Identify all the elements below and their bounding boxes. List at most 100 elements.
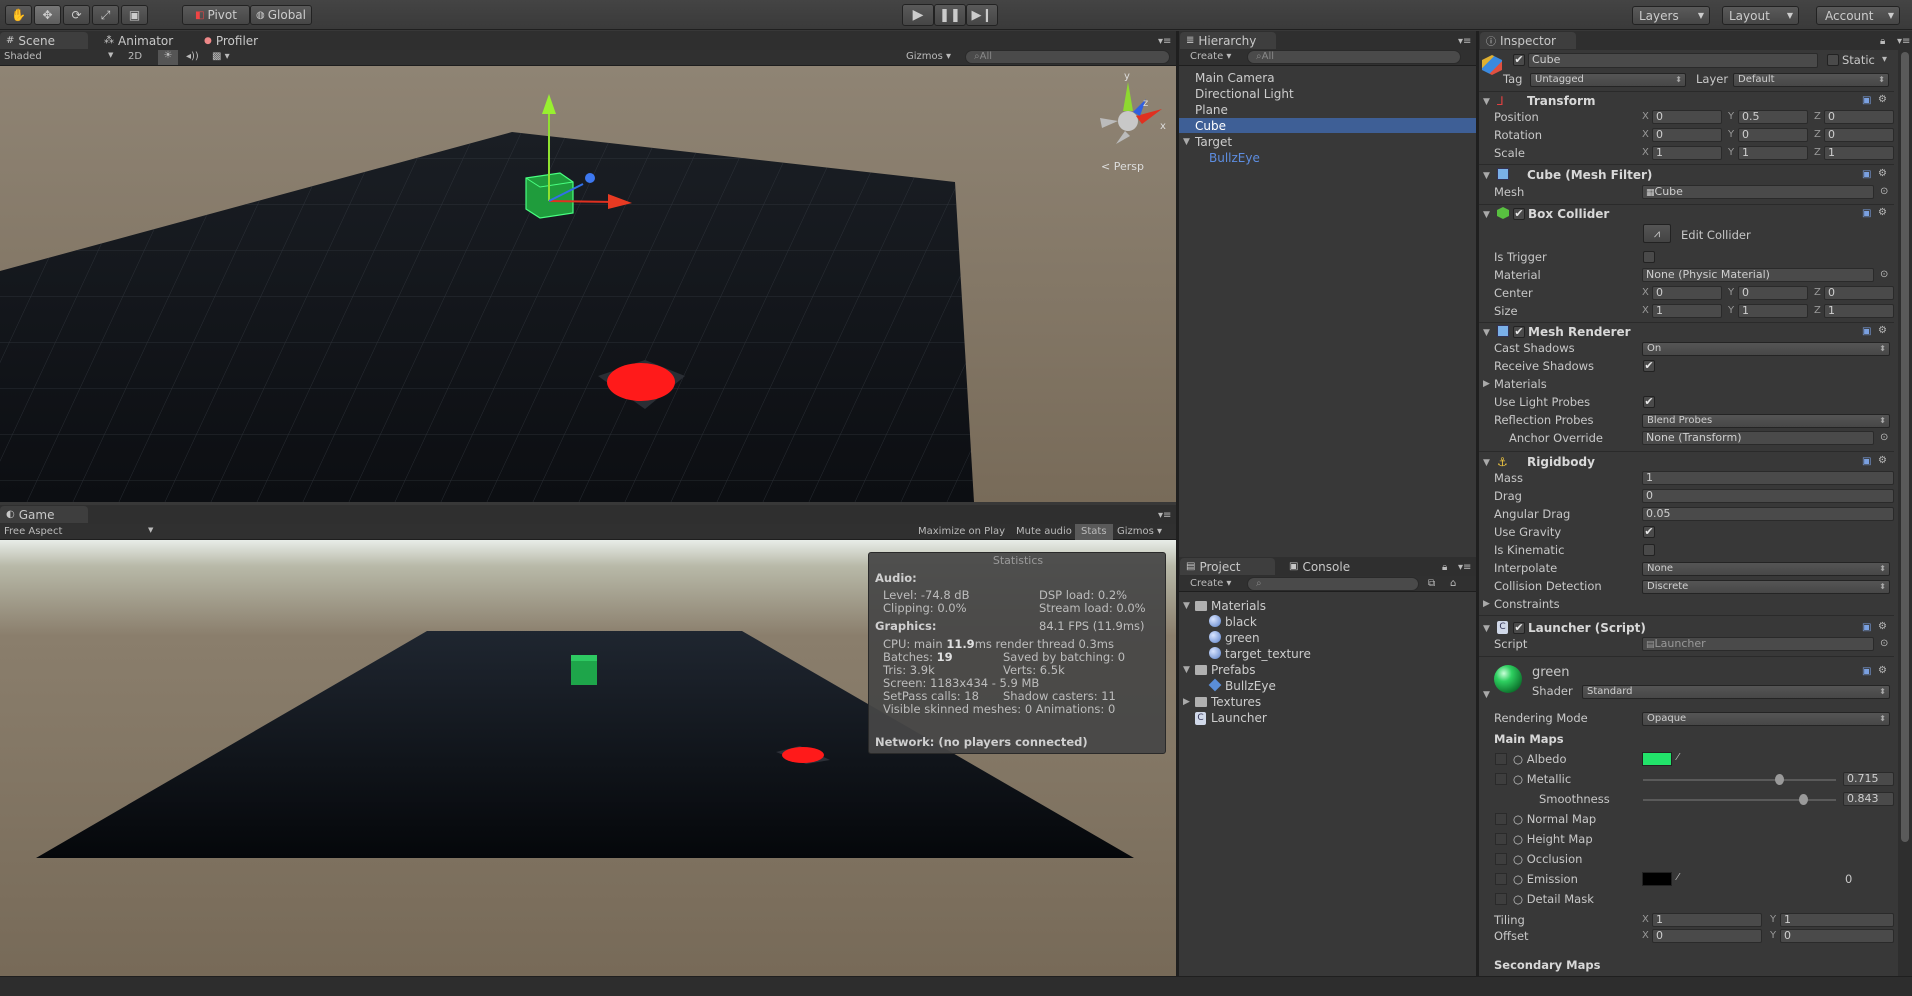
tab-profiler[interactable]: ● Profiler — [198, 32, 288, 49]
eyedropper-icon[interactable]: ⁄ — [1677, 752, 1679, 763]
game-panel-menu-icon[interactable]: ▾≡ — [1158, 510, 1171, 521]
project-item-materials[interactable]: Materials — [1211, 599, 1266, 613]
is-kinematic-checkbox[interactable] — [1643, 544, 1655, 556]
fold-arrow-icon[interactable]: ▼ — [1483, 97, 1490, 107]
game-gizmos-dropdown[interactable]: Gizmos ▾ — [1117, 526, 1162, 537]
scale-z-field[interactable]: 1 — [1824, 146, 1894, 160]
maximize-toggle[interactable]: Maximize on Play — [918, 526, 1005, 537]
center-z-field[interactable]: 0 — [1824, 286, 1894, 300]
occlusion-texture-slot[interactable] — [1495, 853, 1507, 865]
reflection-probes-dropdown[interactable]: Blend Probes — [1642, 414, 1890, 428]
fold-arrow-icon[interactable]: ▼ — [1483, 458, 1490, 468]
drag-field[interactable]: 0 — [1642, 489, 1894, 503]
is-trigger-checkbox[interactable] — [1643, 251, 1655, 263]
help-icon[interactable]: ▣ — [1862, 95, 1871, 106]
edit-collider-button[interactable]: ⩘ — [1643, 224, 1671, 243]
move-tool-button[interactable]: ✥ — [34, 5, 61, 25]
gizmos-dropdown[interactable]: Gizmos ▾ — [906, 51, 951, 62]
hierarchy-item-directional-light[interactable]: Directional Light — [1195, 87, 1294, 101]
layer-dropdown[interactable]: Default — [1733, 73, 1889, 87]
albedo-color-swatch[interactable] — [1642, 752, 1672, 766]
lock-icon[interactable]: 🔒︎ — [1442, 562, 1447, 573]
help-icon[interactable]: ▣ — [1862, 622, 1871, 633]
emission-value[interactable]: 0 — [1845, 872, 1852, 886]
gear-icon[interactable]: ⚙ — [1878, 665, 1887, 676]
eyedropper-icon[interactable]: ⁄ — [1677, 872, 1679, 883]
object-picker-icon[interactable]: ⊙ — [1880, 432, 1888, 443]
aspect-dropdown[interactable]: Free Aspect ▼ — [4, 526, 154, 537]
fold-arrow-icon[interactable]: ▼ — [1483, 171, 1490, 181]
receive-shadows-checkbox[interactable]: ✔ — [1643, 360, 1655, 372]
project-item-bullzeye[interactable]: BullzEye — [1225, 679, 1276, 693]
size-y-field[interactable]: 1 — [1738, 304, 1808, 318]
filter-by-type-icon[interactable]: ⧉ — [1428, 578, 1435, 589]
2d-toggle[interactable]: 2D — [128, 51, 148, 62]
gear-icon[interactable]: ⚙ — [1878, 621, 1887, 632]
inspector-scroll-thumb[interactable] — [1901, 52, 1909, 842]
gameobject-active-checkbox[interactable]: ✔ — [1513, 54, 1525, 66]
tag-dropdown[interactable]: Untagged — [1530, 73, 1686, 87]
offset-x-field[interactable]: 0 — [1652, 929, 1762, 943]
project-item-black[interactable]: black — [1225, 615, 1257, 629]
pivot-toggle[interactable]: ◧ Pivot — [182, 5, 250, 25]
rotate-tool-button[interactable]: ⟳ — [63, 5, 90, 25]
project-create-dropdown[interactable]: Create ▾ — [1190, 578, 1231, 589]
position-y-field[interactable]: 0.5 — [1738, 110, 1808, 124]
interpolate-dropdown[interactable]: None — [1642, 562, 1890, 576]
expand-arrow-icon[interactable]: ▼ — [1183, 137, 1190, 147]
center-x-field[interactable]: 0 — [1652, 286, 1722, 300]
static-dropdown-icon[interactable]: ▾ — [1882, 54, 1887, 65]
scale-y-field[interactable]: 1 — [1738, 146, 1808, 160]
hierarchy-menu-icon[interactable]: ▾≡ — [1458, 36, 1471, 47]
anchor-override-field[interactable]: None (Transform) — [1642, 431, 1874, 445]
collision-detection-dropdown[interactable]: Discrete — [1642, 580, 1890, 594]
layout-dropdown[interactable]: Layout ▼ — [1722, 6, 1799, 25]
shader-dropdown[interactable]: Standard — [1582, 685, 1890, 699]
stats-toggle[interactable]: Stats — [1075, 524, 1113, 540]
tab-inspector[interactable]: ⓘ Inspector — [1480, 32, 1576, 49]
metallic-slider-track[interactable] — [1643, 779, 1836, 781]
object-picker-icon[interactable]: ⊙ — [1880, 269, 1888, 280]
help-icon[interactable]: ▣ — [1862, 666, 1871, 677]
project-item-launcher[interactable]: Launcher — [1211, 711, 1267, 725]
static-checkbox[interactable] — [1827, 54, 1839, 66]
project-menu-icon[interactable]: ▾≡ — [1458, 562, 1471, 573]
project-item-prefabs[interactable]: Prefabs — [1211, 663, 1256, 677]
expand-arrow-icon[interactable]: ▼ — [1183, 665, 1190, 675]
layers-dropdown[interactable]: Layers ▼ — [1632, 6, 1710, 25]
global-toggle[interactable]: ◍ Global — [250, 5, 312, 25]
scale-tool-button[interactable]: ⤢ — [92, 5, 119, 25]
use-gravity-checkbox[interactable]: ✔ — [1643, 526, 1655, 538]
hierarchy-item-bullzeye[interactable]: BullzEye — [1209, 151, 1260, 165]
project-item-target-texture[interactable]: target_texture — [1225, 647, 1311, 661]
launcher-enabled-checkbox[interactable]: ✔ — [1513, 622, 1525, 634]
audio-toggle[interactable]: ◂)) — [186, 51, 199, 62]
hierarchy-create-dropdown[interactable]: Create ▾ — [1190, 51, 1231, 62]
angular-drag-field[interactable]: 0.05 — [1642, 507, 1894, 521]
hierarchy-item-main-camera[interactable]: Main Camera — [1195, 71, 1275, 85]
play-button[interactable]: ▶ — [902, 4, 934, 26]
tab-console[interactable]: ▣ Console — [1283, 558, 1373, 575]
lighting-toggle[interactable]: ☀ — [158, 50, 178, 65]
project-search-input[interactable]: ⌕ — [1247, 577, 1419, 591]
collapse-arrow-icon[interactable]: ▶ — [1183, 697, 1190, 707]
panel-menu-icon[interactable]: ▾≡ — [1158, 36, 1171, 47]
expand-arrow-icon[interactable]: ▼ — [1183, 601, 1190, 611]
gameobject-name-input[interactable]: Cube — [1528, 53, 1818, 68]
inspector-lock-icon[interactable]: 🔒︎ — [1880, 36, 1885, 47]
panel-divider-vertical-2[interactable] — [1476, 31, 1479, 976]
gear-icon[interactable]: ⚙ — [1878, 94, 1887, 105]
fold-arrow-icon[interactable]: ▼ — [1483, 328, 1490, 338]
detail-mask-texture-slot[interactable] — [1495, 893, 1507, 905]
rotation-z-field[interactable]: 0 — [1824, 128, 1894, 142]
size-z-field[interactable]: 1 — [1824, 304, 1894, 318]
filter-by-label-icon[interactable]: ⌂ — [1450, 578, 1456, 589]
metallic-texture-slot[interactable] — [1495, 773, 1507, 785]
collider-material-field[interactable]: None (Physic Material) — [1642, 268, 1874, 282]
mesh-field[interactable]: ▦Cube — [1642, 185, 1874, 199]
constraints-expand-icon[interactable]: ▶ — [1483, 599, 1490, 609]
help-icon[interactable]: ▣ — [1862, 326, 1871, 337]
account-dropdown[interactable]: Account ▼ — [1816, 6, 1900, 25]
object-picker-icon[interactable]: ⊙ — [1880, 638, 1888, 649]
gear-icon[interactable]: ⚙ — [1878, 325, 1887, 336]
